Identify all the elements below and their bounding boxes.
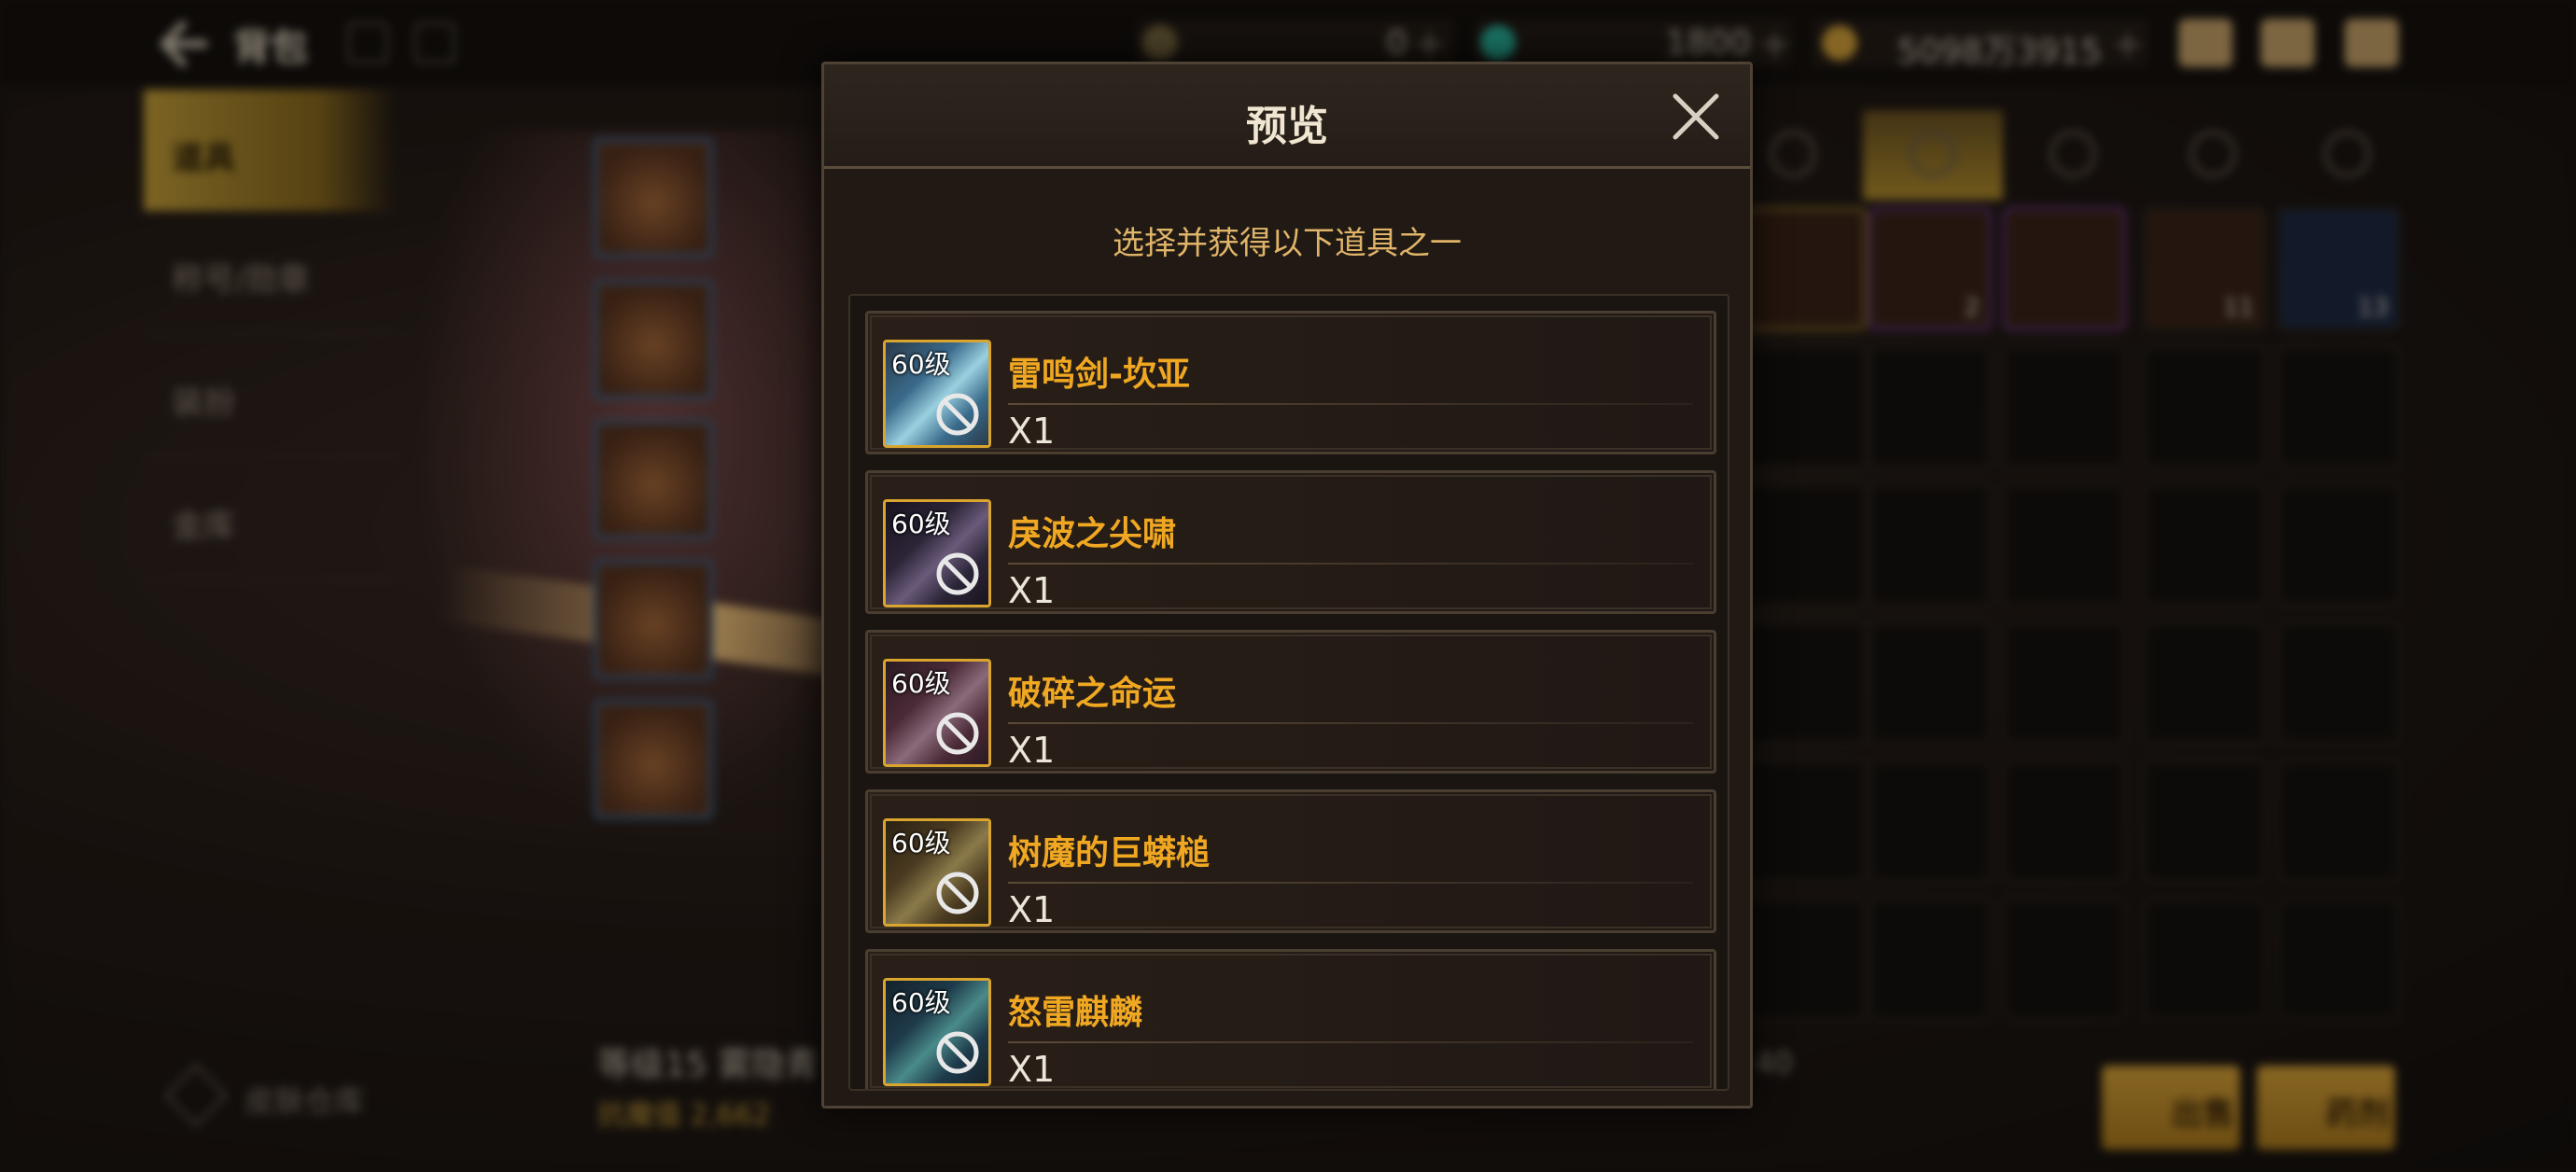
- dialog-title: 预览: [1246, 103, 1328, 150]
- row-border: [870, 794, 1712, 928]
- item-quantity: X1: [1008, 570, 1056, 611]
- item-quantity: X1: [1008, 411, 1056, 452]
- dialog-header: 预览: [824, 64, 1750, 169]
- item-name: 雷鸣剑-坎亚: [1008, 356, 1190, 394]
- close-icon[interactable]: [1670, 91, 1722, 143]
- reward-item-row[interactable]: 60级 破碎之命运 X1: [865, 630, 1716, 774]
- item-level: 60级: [891, 987, 951, 1018]
- item-level: 60级: [891, 668, 951, 699]
- reward-item-row[interactable]: 60级 怒雷麒麟 X1: [865, 949, 1716, 1090]
- preview-dialog: 预览 选择并获得以下道具之一 60级 雷鸣剑-坎亚 X1 60级 戾波之尖啸 X…: [821, 62, 1753, 1109]
- item-name: 戾波之尖啸: [1008, 515, 1177, 553]
- mace-icon[interactable]: 60级: [883, 818, 991, 927]
- item-name: 怒雷麒麟: [1008, 994, 1143, 1032]
- reward-item-row[interactable]: 60级 树魔的巨蟒槌 X1: [865, 789, 1716, 933]
- prohibited-icon: [936, 712, 979, 755]
- item-level: 60级: [891, 828, 951, 858]
- item-level: 60级: [891, 509, 951, 539]
- reward-list: 60级 雷鸣剑-坎亚 X1 60级 戾波之尖啸 X1 60级 破碎之命运 X1 …: [848, 294, 1729, 1091]
- reward-item-row[interactable]: 60级 戾波之尖啸 X1: [865, 470, 1716, 614]
- row-divider: [1008, 563, 1693, 565]
- lightning-beast-icon[interactable]: 60级: [883, 978, 991, 1086]
- item-quantity: X1: [1008, 1049, 1056, 1090]
- row-divider: [1008, 882, 1693, 884]
- row-border: [870, 315, 1712, 450]
- item-name: 树魔的巨蟒槌: [1008, 834, 1211, 872]
- item-level: 60级: [891, 349, 951, 380]
- row-border: [870, 635, 1712, 769]
- row-divider: [1008, 403, 1693, 405]
- prohibited-icon: [936, 872, 979, 914]
- prohibited-icon: [936, 552, 979, 595]
- row-border: [870, 954, 1712, 1088]
- prohibited-icon: [936, 1031, 979, 1074]
- gauntlet-icon[interactable]: 60级: [883, 659, 991, 767]
- row-border: [870, 475, 1712, 609]
- item-quantity: X1: [1008, 730, 1056, 771]
- item-name: 破碎之命运: [1008, 675, 1177, 713]
- prohibited-icon: [936, 393, 979, 436]
- dialog-subtitle: 选择并获得以下道具之一: [1113, 225, 1462, 262]
- row-divider: [1008, 1041, 1693, 1043]
- sword-icon[interactable]: 60级: [883, 340, 991, 448]
- reward-item-row[interactable]: 60级 雷鸣剑-坎亚 X1: [865, 311, 1716, 454]
- row-divider: [1008, 722, 1693, 724]
- item-quantity: X1: [1008, 889, 1056, 930]
- dark-blade-icon[interactable]: 60级: [883, 499, 991, 607]
